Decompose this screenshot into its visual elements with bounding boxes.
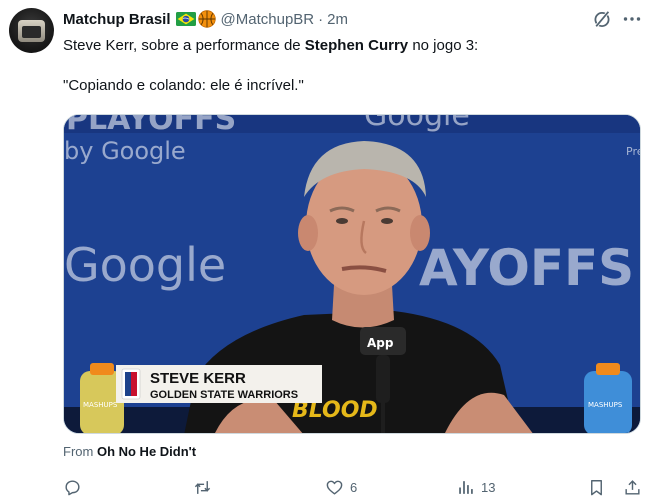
- mic-label: App: [367, 336, 394, 350]
- more-options-icon[interactable]: [622, 9, 642, 29]
- tweet-actions: 6 13: [63, 476, 643, 498]
- author-name[interactable]: Matchup Brasil: [63, 11, 171, 28]
- bg-google-top: Google: [364, 115, 470, 133]
- tweet-text-line-1: Steve Kerr, sobre a performance de Steph…: [63, 36, 643, 56]
- bg-by-google: by Google: [64, 137, 186, 165]
- bg-google-center: Google: [64, 238, 226, 292]
- bg-pre-text: Pre: [626, 145, 641, 158]
- views-button[interactable]: 13: [456, 476, 495, 498]
- bottle-right-label: MASHUPS: [588, 401, 623, 409]
- grok-icon[interactable]: [592, 9, 612, 29]
- like-count: 6: [350, 479, 358, 495]
- avatar-image-detail: [22, 26, 41, 38]
- media-source: From Oh No He Didn't: [63, 444, 196, 459]
- basketball-icon: [197, 10, 216, 28]
- tweet-header: Matchup Brasil @MatchupBR · 2m: [63, 9, 348, 29]
- like-button[interactable]: 6: [325, 476, 357, 498]
- heart-icon: [326, 480, 343, 495]
- share-button[interactable]: [623, 476, 642, 498]
- source-name[interactable]: Oh No He Didn't: [97, 444, 196, 459]
- bg-playoffs-right: AYOFFS: [419, 239, 634, 297]
- bookmark-icon: [591, 479, 602, 495]
- tweet-media-video[interactable]: PLAYOFFS by Google Google Google AYOFFS …: [63, 114, 641, 434]
- brazil-flag-icon: [175, 12, 196, 26]
- retweet-icon: [194, 480, 211, 494]
- bottle-left-label: MASHUPS: [83, 401, 118, 409]
- tweet-text-mention: Stephen Curry: [304, 37, 409, 54]
- views-count: 13: [481, 479, 496, 495]
- lower-third-team: GOLDEN STATE WARRIORS: [150, 389, 298, 401]
- bg-playoffs-top-left: PLAYOFFS: [66, 115, 236, 137]
- tweet-text: Steve Kerr, sobre a performance de Steph…: [63, 36, 643, 96]
- lower-third-name: STEVE KERR: [150, 370, 246, 387]
- reply-icon: [65, 479, 80, 495]
- header-separator: ·: [318, 10, 324, 28]
- tweet-timestamp[interactable]: 2m: [327, 11, 348, 28]
- tweet-text-prefix: Steve Kerr, sobre a performance de: [63, 37, 305, 54]
- share-icon: [625, 479, 640, 495]
- tweet-text-suffix: no jogo 3:: [408, 37, 479, 54]
- tweet-text-quote: "Copiando e colando: ele é incrível.": [63, 77, 304, 94]
- retweet-button[interactable]: [193, 476, 218, 498]
- reply-button[interactable]: [63, 476, 88, 498]
- bookmark-button[interactable]: [587, 476, 606, 498]
- source-prefix: From: [63, 444, 97, 459]
- tweet-text-gap: [63, 56, 643, 76]
- video-frame: PLAYOFFS by Google Google Google AYOFFS …: [64, 115, 641, 433]
- author-avatar[interactable]: [9, 8, 54, 53]
- views-chart-icon: [459, 480, 473, 494]
- author-handle[interactable]: @MatchupBR: [221, 11, 315, 28]
